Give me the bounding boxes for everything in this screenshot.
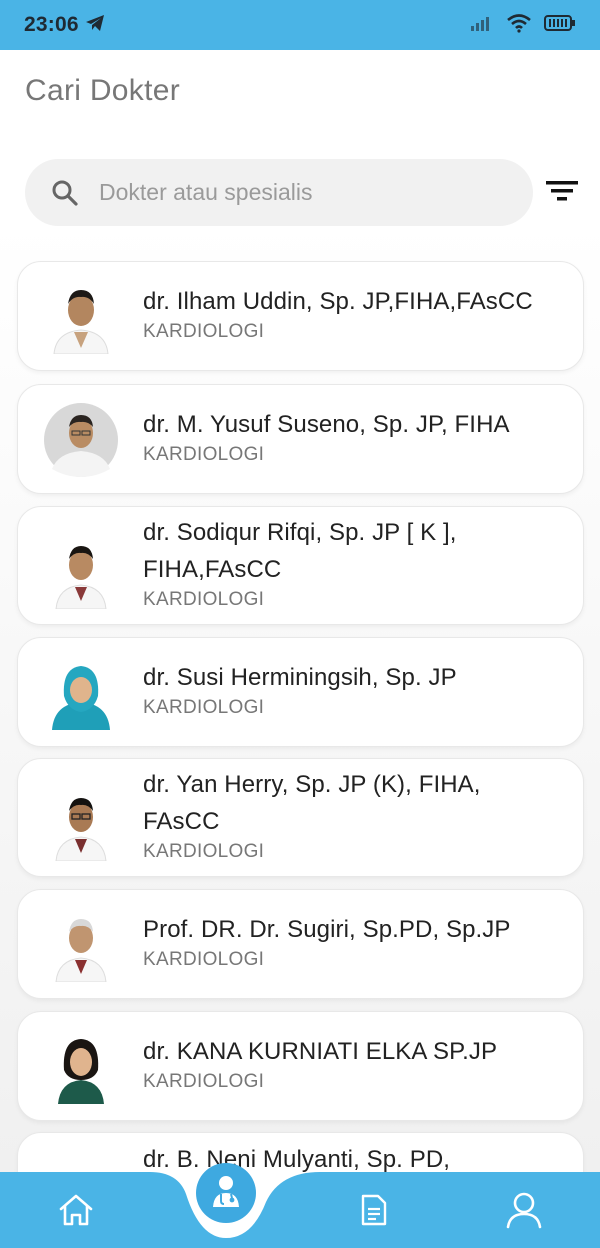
doctor-name: Prof. DR. Dr. Sugiri, Sp.PD, Sp.JP <box>143 916 511 943</box>
nav-documents[interactable] <box>352 1190 396 1234</box>
wifi-icon <box>506 13 532 38</box>
search-icon <box>33 178 97 208</box>
filter-icon <box>545 179 579 208</box>
doctor-name: dr. M. Yusuf Suseno, Sp. JP, FIHA <box>143 411 510 438</box>
search-box[interactable] <box>25 159 533 226</box>
doctor-photo <box>44 535 118 610</box>
doctor-card[interactable]: dr. M. Yusuf Suseno, Sp. JP, FIHA KARDIO… <box>17 384 584 494</box>
doctor-card[interactable]: Prof. DR. Dr. Sugiri, Sp.PD, Sp.JP KARDI… <box>17 889 584 999</box>
doctor-specialty: KARDIOLOGI <box>143 1071 265 1092</box>
doctor-name: dr. Susi Herminingsih, Sp. JP <box>143 664 457 691</box>
doctor-info: dr. Yan Herry, Sp. JP (K), FIHA, FAsCC K… <box>143 766 565 863</box>
doctor-photo <box>44 280 118 355</box>
doctor-card[interactable]: dr. Ilham Uddin, Sp. JP,FIHA,FAsCC KARDI… <box>17 261 584 371</box>
doctor-info: dr. M. Yusuf Suseno, Sp. JP, FIHA KARDIO… <box>143 406 565 466</box>
doctor-specialty: KARDIOLOGI <box>143 321 265 342</box>
doctor-card[interactable]: dr. Susi Herminingsih, Sp. JP KARDIOLOGI <box>17 637 584 747</box>
doctor-card[interactable]: dr. KANA KURNIATI ELKA SP.JP KARDIOLOGI <box>17 1011 584 1121</box>
doctor-specialty: KARDIOLOGI <box>143 589 265 610</box>
nav-profile[interactable] <box>502 1190 546 1234</box>
doctor-info: dr. Susi Herminingsih, Sp. JP KARDIOLOGI <box>143 659 565 719</box>
status-bar: 23:06 <box>0 0 600 50</box>
doctor-photo <box>44 656 118 730</box>
doctor-info: dr. Ilham Uddin, Sp. JP,FIHA,FAsCC KARDI… <box>143 283 565 343</box>
status-left: 23:06 <box>24 13 105 37</box>
doctor-info: dr. KANA KURNIATI ELKA SP.JP KARDIOLOGI <box>143 1033 565 1093</box>
filter-button[interactable] <box>540 175 584 211</box>
doctor-photo <box>44 908 118 983</box>
doctor-name: FIHA,FAsCC <box>143 556 282 583</box>
doctor-icon <box>208 1173 244 1214</box>
doctor-card[interactable]: dr. Yan Herry, Sp. JP (K), FIHA, FAsCC K… <box>17 758 584 877</box>
doctor-photo <box>44 403 118 477</box>
doctor-name: dr. Yan Herry, Sp. JP (K), FIHA, <box>143 771 481 798</box>
doctor-info: Prof. DR. Dr. Sugiri, Sp.PD, Sp.JP KARDI… <box>143 911 565 971</box>
home-icon <box>58 1192 94 1233</box>
doctor-specialty: KARDIOLOGI <box>143 949 265 970</box>
doctor-specialty: KARDIOLOGI <box>143 444 265 465</box>
battery-icon <box>544 13 576 38</box>
doctor-name: FAsCC <box>143 808 220 835</box>
status-right <box>470 13 576 38</box>
telegram-icon <box>85 14 105 37</box>
doctor-specialty: KARDIOLOGI <box>143 841 265 862</box>
bottom-nav <box>0 1172 600 1248</box>
doctor-card[interactable]: dr. Sodiqur Rifqi, Sp. JP [ K ], FIHA,FA… <box>17 506 584 625</box>
doctor-photo <box>44 787 118 862</box>
nav-find-doctor[interactable] <box>196 1163 256 1223</box>
document-icon <box>359 1193 389 1232</box>
status-time: 23:06 <box>24 13 79 36</box>
doctor-photo <box>44 1030 118 1104</box>
search-input[interactable] <box>99 179 499 206</box>
doctor-name: dr. Sodiqur Rifqi, Sp. JP [ K ], <box>143 519 457 546</box>
doctor-name: dr. KANA KURNIATI ELKA SP.JP <box>143 1038 498 1065</box>
doctor-name: dr. Ilham Uddin, Sp. JP,FIHA,FAsCC <box>143 288 533 315</box>
page-title: Cari Dokter <box>25 74 180 107</box>
nav-home[interactable] <box>54 1190 98 1234</box>
cellular-signal-icon <box>470 14 494 37</box>
profile-icon <box>504 1190 544 1235</box>
doctor-specialty: KARDIOLOGI <box>143 697 265 718</box>
doctor-info: dr. Sodiqur Rifqi, Sp. JP [ K ], FIHA,FA… <box>143 514 565 611</box>
